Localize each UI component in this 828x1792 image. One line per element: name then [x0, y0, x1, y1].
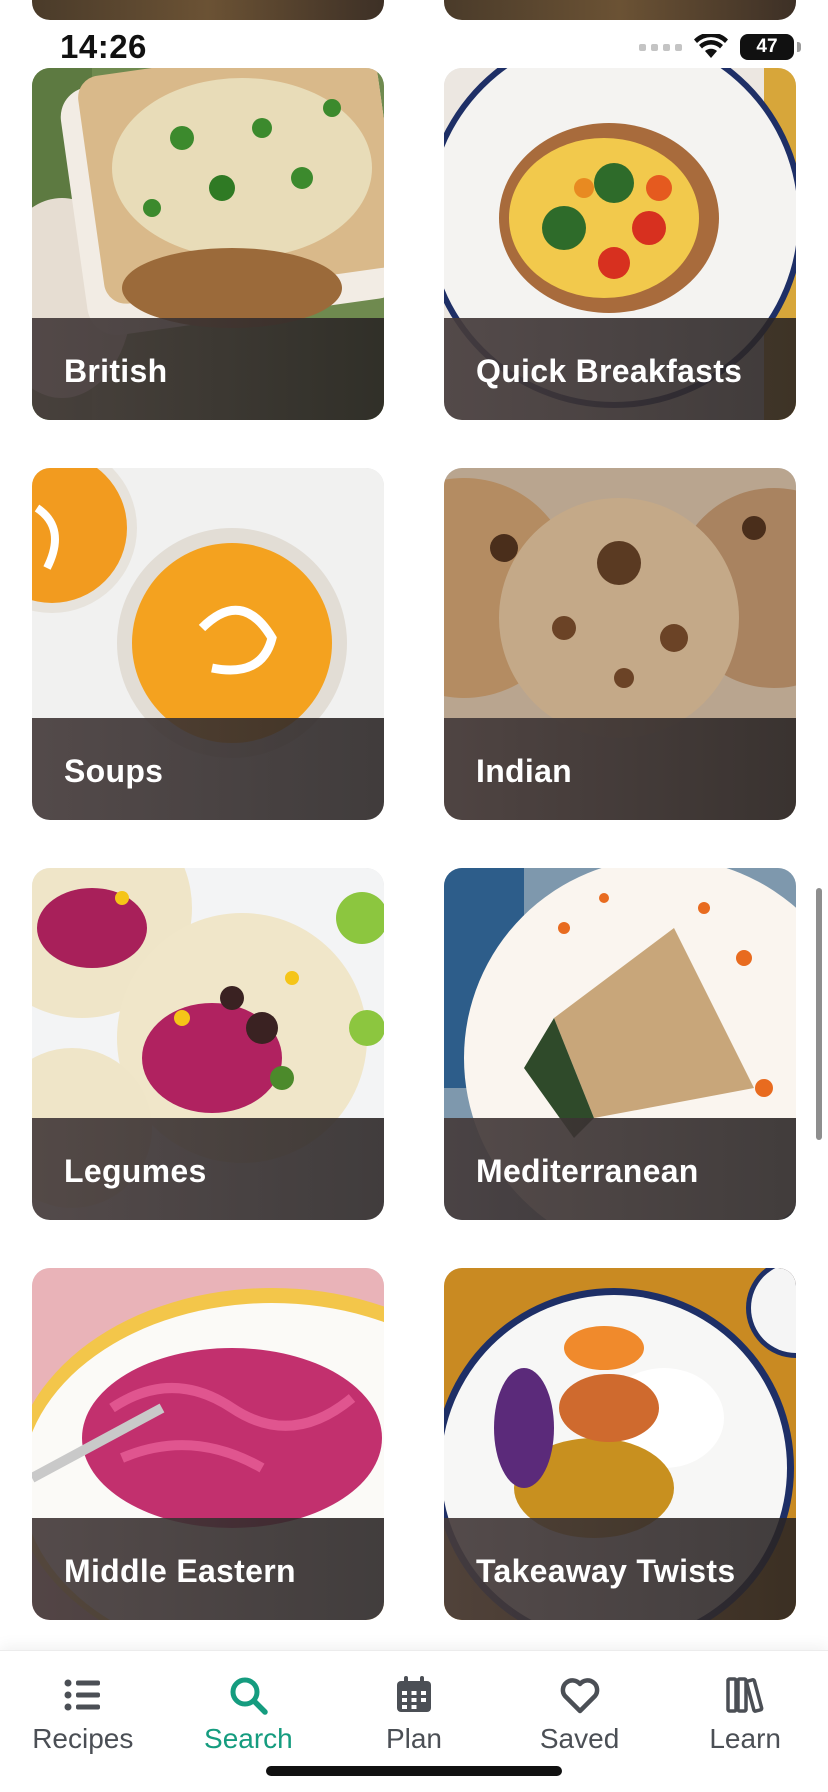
- tab-label: Search: [204, 1723, 293, 1754]
- tab-learn[interactable]: Learn: [662, 1673, 828, 1755]
- list-icon: [64, 1679, 100, 1711]
- category-card-british[interactable]: British: [32, 68, 384, 420]
- cellular-signal-icon: [639, 43, 682, 51]
- category-card-legumes[interactable]: Legumes: [32, 868, 384, 1220]
- tab-search[interactable]: Search: [166, 1673, 332, 1755]
- tab-plan[interactable]: Plan: [331, 1673, 497, 1755]
- books-icon: [726, 1677, 764, 1713]
- category-label: Middle Eastern: [64, 1553, 296, 1589]
- battery-icon: 47: [740, 34, 801, 60]
- category-label: Soups: [64, 753, 164, 789]
- category-card-quick-breakfasts[interactable]: Quick Breakfasts: [444, 68, 796, 420]
- search-icon: [230, 1677, 269, 1715]
- home-indicator[interactable]: [266, 1766, 562, 1776]
- calendar-icon: [396, 1676, 431, 1712]
- status-indicators: 47: [639, 34, 801, 60]
- category-label: Quick Breakfasts: [476, 353, 743, 389]
- tab-recipes[interactable]: Recipes: [0, 1673, 166, 1755]
- category-card-soups[interactable]: Soups: [32, 468, 384, 820]
- category-card-middle-eastern[interactable]: Middle Eastern: [32, 1268, 384, 1620]
- tab-label: Recipes: [32, 1723, 134, 1754]
- tab-label: Plan: [385, 1723, 442, 1754]
- category-label: Takeaway Twists: [476, 1553, 736, 1589]
- battery-level: 47: [756, 36, 778, 57]
- scrollbar[interactable]: [816, 888, 822, 1140]
- tab-label: Learn: [709, 1723, 781, 1754]
- status-bar: 14:26 47: [0, 0, 828, 96]
- heart-icon: [560, 1678, 599, 1714]
- tab-label: Saved: [539, 1723, 620, 1754]
- category-card-takeaway-twists[interactable]: Takeaway Twists: [444, 1268, 796, 1620]
- category-label: British: [64, 353, 168, 389]
- tab-saved[interactable]: Saved: [497, 1673, 663, 1755]
- wifi-icon: [694, 34, 728, 58]
- category-label: Indian: [476, 753, 573, 789]
- category-card-mediterranean[interactable]: Mediterranean: [444, 868, 796, 1220]
- category-label: Mediterranean: [476, 1153, 699, 1189]
- status-time: 14:26: [60, 28, 147, 65]
- category-label: Legumes: [64, 1153, 207, 1189]
- category-card-indian[interactable]: Indian: [444, 468, 796, 820]
- tab-bar: Recipes Search Plan Saved Learn: [0, 1650, 828, 1792]
